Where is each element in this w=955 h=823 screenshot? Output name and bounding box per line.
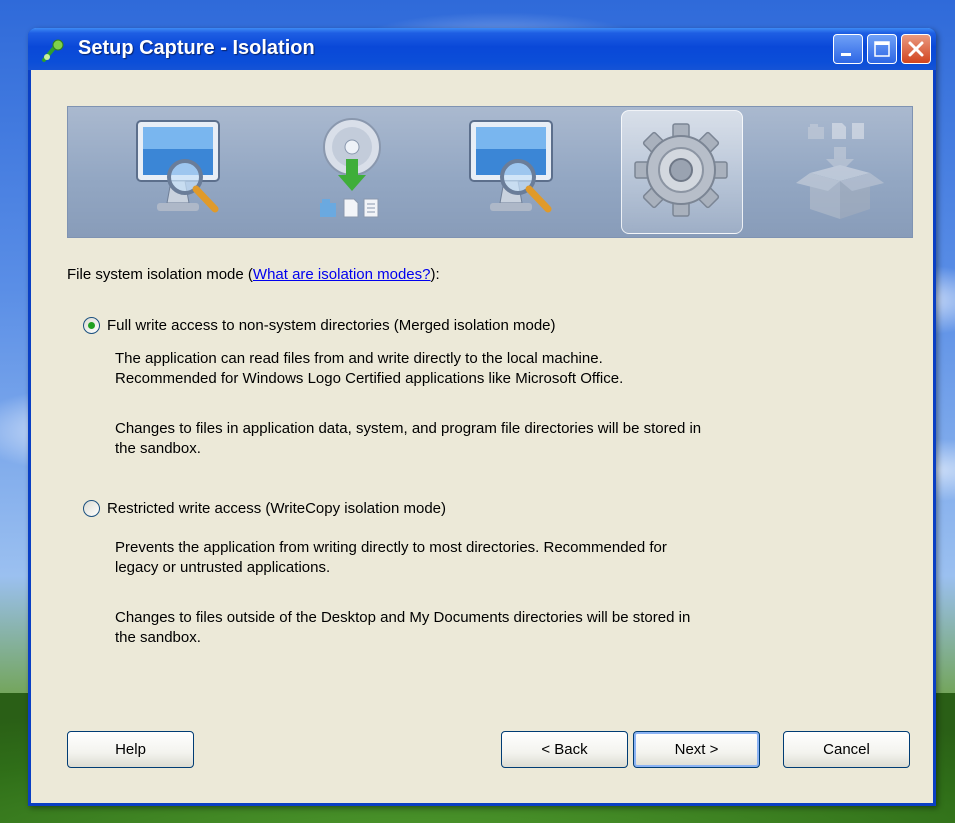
title-bar[interactable]: Setup Capture - Isolation	[28, 28, 936, 70]
step-package-build	[788, 107, 908, 237]
merged-desc-line: Recommended for Windows Logo Certified a…	[115, 370, 624, 387]
gear-icon	[634, 123, 728, 217]
cancel-button[interactable]: Cancel	[783, 731, 910, 768]
writecopy-mode-label[interactable]: Restricted write access (WriteCopy isola…	[107, 500, 446, 517]
monitor-magnifier-icon	[136, 120, 220, 213]
merged-mode-radio[interactable]	[83, 317, 100, 334]
next-button[interactable]: Next >	[633, 731, 760, 768]
merged-mode-note: Changes to files in application data, sy…	[115, 419, 895, 459]
writecopy-mode-description: Prevents the application from writing di…	[115, 538, 895, 578]
maximize-icon	[874, 41, 890, 57]
merged-mode-description: The application can read files from and …	[115, 349, 895, 389]
radio-selected-dot	[88, 322, 95, 329]
writecopy-note-line: the sandbox.	[115, 629, 201, 646]
help-button[interactable]: Help	[67, 731, 194, 768]
merged-note-line: Changes to files in application data, sy…	[115, 420, 702, 437]
back-button[interactable]: < Back	[501, 731, 628, 768]
disc-install-icon	[320, 118, 381, 218]
minimize-icon	[841, 53, 851, 56]
step-disc-install	[290, 107, 410, 237]
isolation-label-prefix: File system isolation mode (	[67, 266, 253, 283]
writecopy-desc-line: legacy or untrusted applications.	[115, 559, 331, 576]
writecopy-desc-line: Prevents the application from writing di…	[115, 539, 667, 556]
writecopy-note-line: Changes to files outside of the Desktop …	[115, 609, 691, 626]
close-icon	[908, 41, 924, 57]
setup-capture-window: Setup Capture - Isolation File system is…	[28, 28, 936, 806]
writecopy-mode-radio[interactable]	[83, 500, 100, 517]
window-title: Setup Capture - Isolation	[78, 37, 315, 59]
wizard-steps-banner	[67, 106, 913, 238]
isolation-mode-label: File system isolation mode (What are iso…	[67, 266, 440, 283]
writecopy-mode-note: Changes to files outside of the Desktop …	[115, 608, 895, 648]
step-monitor-scan-1	[123, 107, 243, 237]
isolation-label-suffix: ):	[430, 266, 440, 283]
merged-note-line: the sandbox.	[115, 440, 201, 457]
isolation-modes-help-link[interactable]: What are isolation modes?	[253, 266, 431, 283]
close-button[interactable]	[901, 34, 931, 64]
merged-mode-label[interactable]: Full write access to non-system director…	[107, 317, 556, 334]
package-box-icon	[796, 123, 884, 219]
step-configure-current	[621, 107, 743, 237]
app-icon	[42, 39, 64, 62]
minimize-button[interactable]	[833, 34, 863, 64]
step-monitor-scan-2	[456, 107, 576, 237]
merged-desc-line: The application can read files from and …	[115, 350, 603, 367]
maximize-button[interactable]	[867, 34, 897, 64]
monitor-magnifier-icon	[469, 120, 553, 213]
